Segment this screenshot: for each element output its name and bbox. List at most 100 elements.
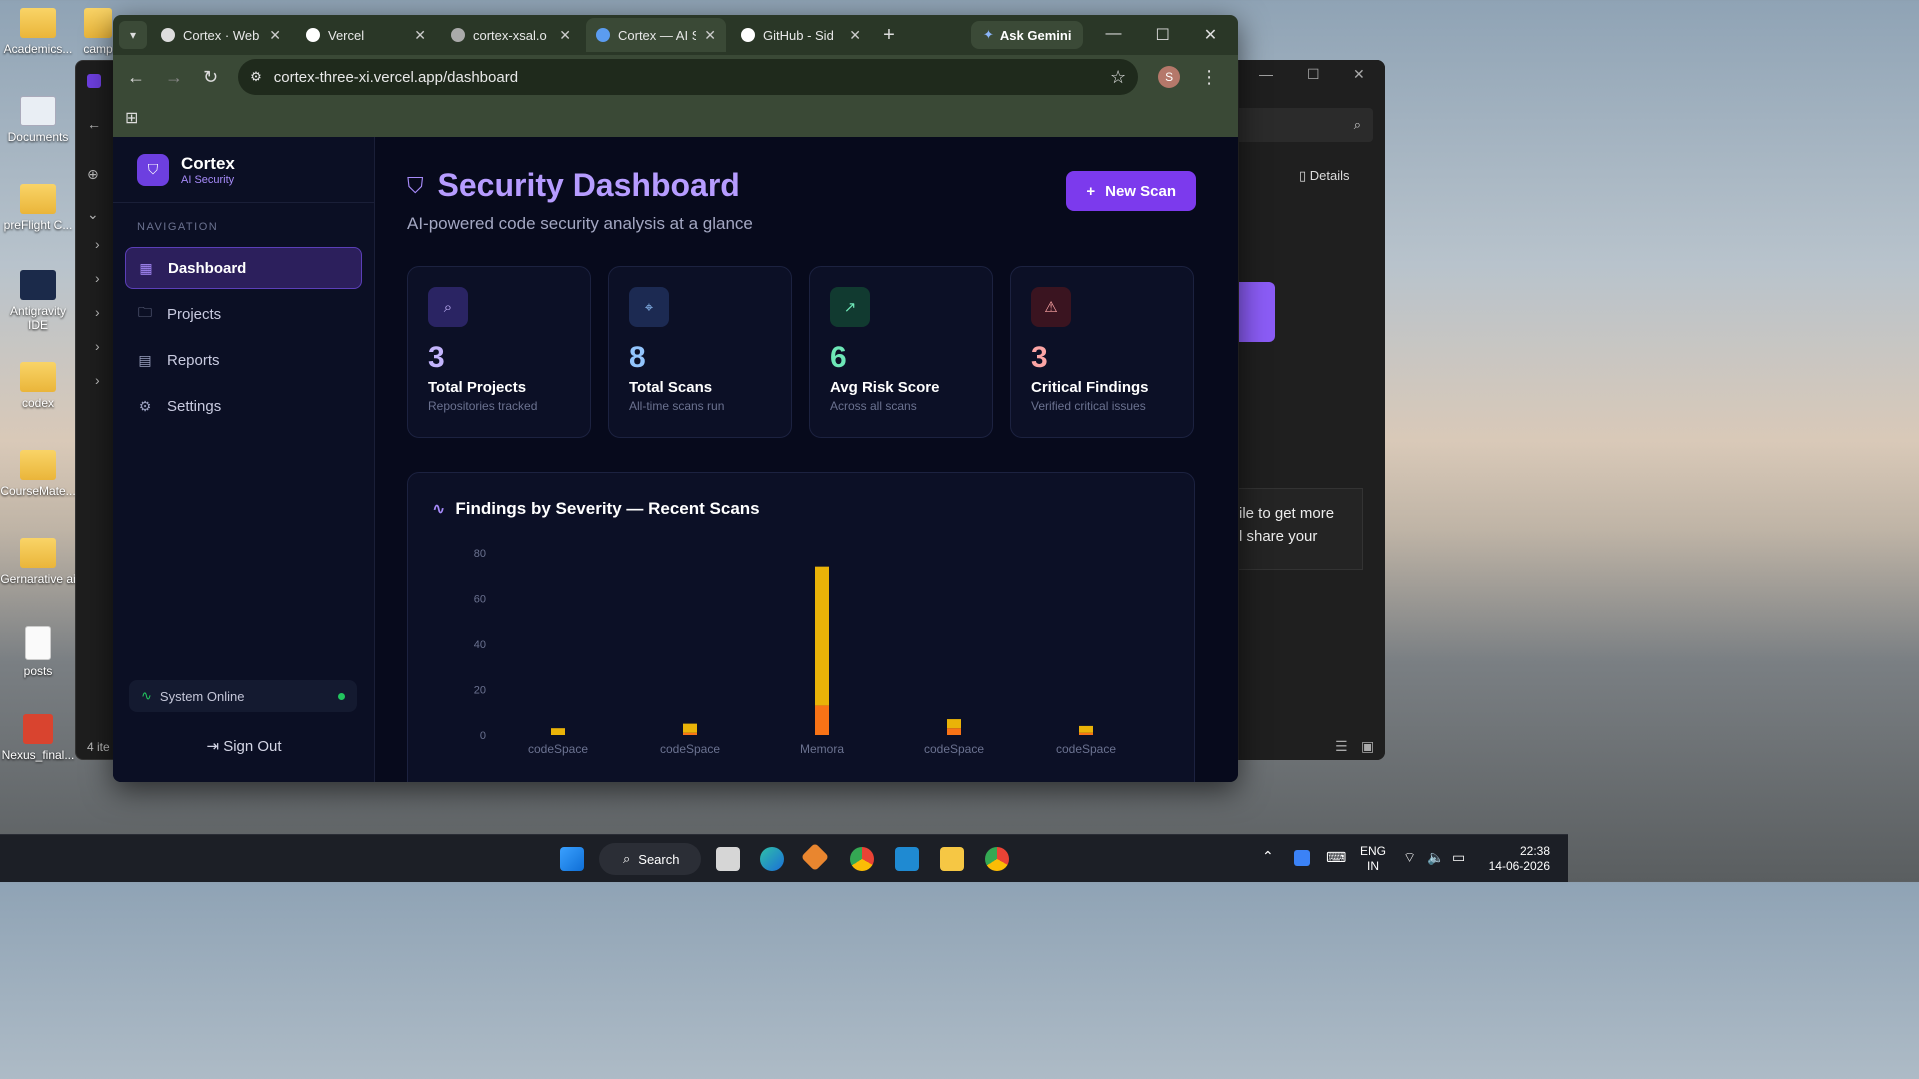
chart-bar-segment[interactable] [1079, 725, 1093, 733]
chevron-down-icon[interactable]: ⌄ [87, 206, 99, 223]
ask-gemini-button[interactable]: ✦ Ask Gemini [971, 21, 1084, 49]
forward-icon[interactable]: → [165, 67, 183, 88]
back-icon[interactable]: ← [127, 67, 145, 88]
desktop-icon-nexus[interactable]: Nexus_final... [0, 714, 76, 762]
search-icon: ⌕ [623, 851, 631, 866]
desktop-icon-gernarative[interactable]: Gernarative ai [0, 538, 76, 586]
sign-out-button[interactable]: ⇥ Sign Out [113, 737, 375, 755]
y-tick-label: 80 [474, 548, 486, 560]
desktop-icon-preflight[interactable]: preFlight C... [0, 184, 76, 232]
favicon-icon [741, 28, 755, 42]
tab-close-icon[interactable]: ✕ [269, 27, 281, 44]
task-view-icon[interactable] [716, 847, 740, 871]
desktop-icon-academics[interactable]: Academics... [0, 8, 76, 56]
desktop-icon-coursemate[interactable]: CourseMate... [0, 450, 76, 498]
tab-title: Cortex — AI S [618, 27, 697, 43]
browser-tab[interactable]: Vercel ✕ [296, 18, 436, 52]
desktop-icon-camp[interactable]: camp [80, 8, 116, 56]
close-icon[interactable]: ✕ [1353, 66, 1365, 83]
add-icon[interactable]: ⊕ [87, 166, 99, 183]
desktop-icon-antigravity[interactable]: Antigravity IDE [0, 270, 76, 332]
chevron-down-icon: ▾ [129, 28, 137, 42]
desktop-icon-codex[interactable]: codex [0, 362, 76, 410]
apps-grid-icon[interactable]: ⊞ [125, 108, 138, 128]
tab-close-icon[interactable]: ✕ [414, 27, 426, 44]
more-menu-icon[interactable]: ⋮ [1200, 67, 1218, 88]
edge-icon[interactable] [760, 847, 784, 871]
chart-bar-segment[interactable] [1079, 732, 1093, 735]
browser-tab[interactable]: GitHub - Sid ✕ [731, 18, 871, 52]
maximize-icon[interactable]: ☐ [1307, 66, 1320, 83]
chevron-right-icon[interactable]: › [95, 372, 100, 388]
keyboard-icon[interactable]: ⌨ [1326, 850, 1346, 865]
chrome-icon[interactable] [850, 847, 874, 871]
chart-bar-segment[interactable] [551, 728, 565, 735]
explorer-search[interactable]: ⌕ [1239, 108, 1373, 142]
chevron-right-icon[interactable]: › [95, 236, 100, 252]
tray-chevron-up-icon[interactable]: ⌃ [1262, 849, 1274, 864]
wifi-icon[interactable]: ⌔ [1403, 850, 1416, 865]
logout-icon: ⇥ [206, 738, 224, 755]
main-content: ⛉ Security Dashboard AI-powered code sec… [375, 137, 1238, 782]
stat-card-total-projects: ⌕ 3 Total Projects Repositories tracked [407, 266, 591, 438]
git-icon[interactable] [800, 842, 830, 872]
chevron-right-icon[interactable]: › [95, 270, 100, 286]
y-tick-label: 20 [474, 685, 486, 697]
minimize-icon[interactable]: — [1105, 25, 1121, 45]
desktop-icon-posts[interactable]: posts [0, 626, 76, 678]
thumbnail-view-icon[interactable]: ▣ [1361, 738, 1374, 755]
defender-icon[interactable] [1294, 850, 1310, 866]
tab-close-icon[interactable]: ✕ [704, 27, 716, 44]
sidebar-item-dashboard[interactable]: ▦ Dashboard [125, 247, 362, 289]
chrome-profile-icon[interactable] [985, 847, 1009, 871]
sidebar-item-projects[interactable]: 🗀 Projects [125, 293, 362, 335]
windows-start-icon[interactable] [560, 847, 584, 871]
tab-close-icon[interactable]: ✕ [559, 27, 571, 44]
new-tab-button[interactable]: + [875, 24, 903, 47]
brand[interactable]: ⛉ Cortex AI Security [113, 137, 374, 203]
chart-bar-segment[interactable] [947, 719, 961, 729]
browser-tab[interactable]: Cortex — AI S ✕ [586, 18, 726, 52]
x-tick-label: codeSpace [924, 742, 984, 756]
chart-bar-segment[interactable] [947, 728, 961, 735]
stat-card-total-scans: ⌖ 8 Total Scans All-time scans run [608, 266, 792, 438]
system-status: ∿ System Online [129, 680, 357, 712]
chart-bar-segment[interactable] [683, 732, 697, 735]
shield-logo-icon: ⛉ [137, 153, 169, 186]
tab-search-button[interactable]: ▾ [119, 21, 147, 49]
chart-bar-segment[interactable] [815, 705, 829, 735]
back-arrow-icon[interactable]: ← [87, 116, 101, 132]
file-explorer-icon[interactable] [940, 847, 964, 871]
sidebar-item-settings[interactable]: ⚙ Settings [125, 385, 362, 427]
tab-close-icon[interactable]: ✕ [849, 27, 861, 44]
language-indicator[interactable]: ENG IN [1360, 844, 1386, 874]
reload-icon[interactable]: ↻ [203, 67, 218, 88]
maximize-icon[interactable]: ☐ [1155, 25, 1169, 45]
tab-title: Vercel [328, 27, 365, 43]
sidebar-item-reports[interactable]: ▤ Reports [125, 339, 362, 381]
vscode-icon[interactable] [895, 847, 919, 871]
chart-bar-segment[interactable] [683, 723, 697, 733]
details-button[interactable]: ▯ Details [1299, 168, 1350, 184]
address-bar[interactable]: ⚙ cortex-three-xi.vercel.app/dashboard ☆ [238, 59, 1139, 95]
new-scan-button[interactable]: + New Scan [1066, 171, 1196, 211]
clock[interactable]: 22:38 14-06-2026 [1484, 844, 1550, 874]
status-dot [338, 692, 345, 700]
list-view-icon[interactable]: ☰ [1335, 738, 1348, 755]
minimize-icon[interactable]: — [1259, 66, 1273, 82]
profile-avatar[interactable]: S [1158, 66, 1181, 88]
chart-bar-segment[interactable] [815, 566, 829, 706]
browser-tab[interactable]: cortex-xsal.o ✕ [441, 18, 581, 52]
desktop-icon-documents[interactable]: Documents [0, 96, 76, 144]
close-icon[interactable]: ✕ [1204, 25, 1217, 45]
activity-icon: ∿ [141, 688, 152, 703]
battery-icon[interactable]: ▭ [1452, 850, 1465, 865]
volume-icon[interactable]: 🔈 [1427, 850, 1444, 865]
chevron-right-icon[interactable]: › [95, 304, 100, 320]
browser-tab[interactable]: Cortex · Web ✕ [151, 18, 291, 52]
site-settings-icon[interactable]: ⚙ [250, 69, 262, 85]
taskbar-search[interactable]: ⌕ Search [599, 843, 701, 875]
y-tick-label: 40 [474, 639, 486, 651]
bookmark-star-icon[interactable]: ☆ [1110, 67, 1126, 88]
chevron-right-icon[interactable]: › [95, 338, 100, 354]
